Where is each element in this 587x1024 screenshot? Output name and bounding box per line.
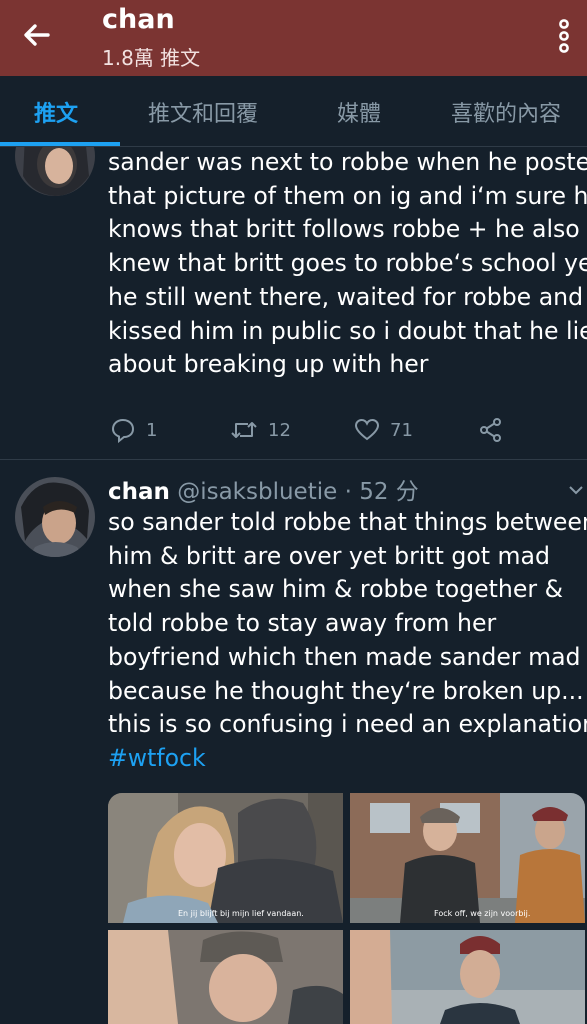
more-options-button[interactable] [552,16,576,56]
share-button[interactable] [478,412,504,448]
more-vertical-icon [559,19,569,53]
tweet-line: him & britt are over yet britt got mad [108,541,550,570]
like-icon [354,418,380,441]
author-name[interactable]: chan [108,479,170,505]
profile-tabs-overlay: 推文 推文和回覆 媒體 喜歡的內容 [0,76,587,146]
profile-name: chan [102,4,175,35]
like-button[interactable]: 71 [354,412,413,448]
tweet-line: that picture of them on ig and i‘m sure … [108,181,587,210]
retweet-button[interactable]: 12 [230,412,291,448]
tweet-line: sander was next to robbe when he posted [108,148,587,176]
media-image-1[interactable]: En jij blijft bij mijn lief vandaan. [108,793,343,923]
tweet-line: knows that britt follows robbe + he also [108,215,580,244]
tweet-actions: 1 12 71 [108,412,548,448]
reply-count: 1 [146,419,158,441]
media-image-3[interactable] [108,930,343,1024]
tweet-line: he still went there, waited for robbe an… [108,282,584,311]
hashtag-link[interactable]: #wtfock [108,742,587,776]
profile-header: chan 1.8萬 推文 [0,0,587,76]
tweet-line: knew that britt goes to robbe‘s school y… [108,249,587,278]
like-count: 71 [390,419,413,441]
media-caption: En jij blijft bij mijn lief vandaan. [178,909,304,918]
tweet-line: when she saw him & robbe together & [108,575,563,604]
retweet-count: 12 [268,419,291,441]
tweet-count: 1.8萬 推文 [102,46,201,70]
back-button[interactable] [18,18,58,52]
tweet-media-grid[interactable]: En jij blijft bij mijn lief vandaan. Foc… [108,793,585,1024]
tweet-line: because he thought they‘re broken up... [108,676,584,705]
reply-button[interactable]: 1 [110,412,157,448]
media-caption: Fock off, we zijn voorbij. [434,909,531,918]
tweet-text: sander was next to robbe when he posted … [108,146,587,382]
tweet-line: this is so confusing i need an explanati… [108,710,587,739]
tweet-header: chan @isaksbluetie · 52 分 [108,472,419,506]
tweet-line: kissed him in public so i doubt that he … [108,316,587,345]
reply-icon [111,418,135,443]
tweet-divider [0,459,587,460]
avatar[interactable] [15,477,95,557]
tweet-text: so sander told robbe that things between… [108,506,587,776]
tab-media-label[interactable]: 媒體 [337,96,381,128]
tab-tweets-label[interactable]: 推文 [34,96,78,128]
media-image-4[interactable] [350,930,585,1024]
tweet-line: about breaking up with her [108,350,429,379]
author-handle[interactable]: @isaksbluetie [177,479,337,505]
tab-tweets-and-replies-label[interactable]: 推文和回覆 [148,96,258,128]
media-image-2[interactable]: Fock off, we zijn voorbij. [350,793,585,923]
active-tab-indicator-overlay [0,142,120,146]
tweet-line: told robbe to stay away from her [108,609,497,638]
tweet-time: · 52 分 [344,479,419,505]
retweet-icon [231,422,257,438]
chevron-down-icon [569,486,583,495]
tweet-menu-button[interactable] [566,482,586,498]
tweet-line: boyfriend which then made sander mad [108,642,581,671]
tab-likes-label[interactable]: 喜歡的內容 [451,96,561,128]
back-arrow-icon [24,24,50,46]
tweet-line: so sander told robbe that things between [108,508,587,536]
share-icon [480,418,501,442]
